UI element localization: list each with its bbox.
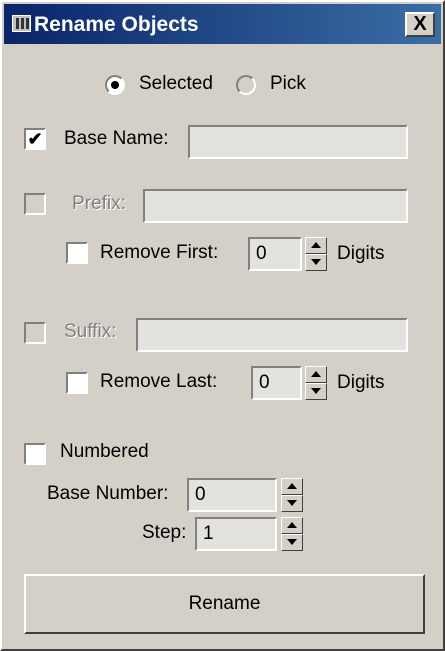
selected-label[interactable]: Selected: [139, 73, 213, 95]
spinner-down-icon[interactable]: [305, 383, 327, 400]
numbered-checkbox[interactable]: [24, 443, 46, 465]
spinner-down-icon[interactable]: [305, 254, 327, 271]
title-bar[interactable]: Rename Objects X: [4, 4, 441, 44]
remove-first-input[interactable]: 0: [248, 237, 302, 271]
pick-radio[interactable]: [236, 75, 256, 95]
remove-last-spinner[interactable]: [305, 366, 327, 400]
prefix-label: Prefix:: [72, 193, 126, 214]
remove-last-checkbox[interactable]: [66, 372, 88, 394]
pick-label[interactable]: Pick: [270, 73, 306, 95]
base-name-input[interactable]: [188, 125, 408, 159]
remove-last-label: Remove Last:: [100, 371, 218, 392]
spinner-down-icon[interactable]: [281, 534, 303, 551]
numbered-label: Numbered: [60, 441, 149, 462]
base-name-label: Base Name:: [64, 128, 169, 149]
close-button[interactable]: X: [405, 12, 435, 37]
step-input[interactable]: 1: [195, 517, 277, 551]
spinner-up-icon[interactable]: [281, 517, 303, 534]
prefix-input[interactable]: [143, 189, 408, 223]
suffix-label: Suffix:: [64, 321, 117, 342]
base-number-input[interactable]: 0: [187, 478, 277, 512]
suffix-checkbox[interactable]: [24, 322, 46, 344]
suffix-input[interactable]: [136, 318, 408, 352]
spinner-up-icon[interactable]: [305, 366, 327, 383]
base-number-label: Base Number:: [47, 483, 169, 504]
window-title: Rename Objects: [34, 13, 199, 36]
remove-first-checkbox[interactable]: [66, 242, 88, 264]
rename-objects-dialog: Rename Objects X Selected Pick ✔ Base Na…: [0, 0, 445, 651]
rename-button[interactable]: Rename: [24, 574, 425, 634]
remove-first-spinner[interactable]: [305, 237, 327, 271]
step-label: Step:: [142, 522, 187, 543]
step-spinner[interactable]: [281, 517, 303, 551]
spinner-down-icon[interactable]: [281, 495, 303, 512]
checkmark-icon: ✔: [27, 129, 43, 149]
app-icon: [12, 15, 31, 32]
base-name-checkbox[interactable]: ✔: [24, 128, 46, 150]
selected-radio[interactable]: [105, 75, 125, 95]
close-icon: X: [413, 13, 427, 35]
prefix-checkbox[interactable]: [24, 193, 46, 215]
remove-last-input[interactable]: 0: [251, 366, 302, 400]
remove-first-label: Remove First:: [100, 242, 219, 263]
base-number-spinner[interactable]: [281, 478, 303, 512]
remove-first-unit: Digits: [337, 243, 385, 264]
spinner-up-icon[interactable]: [281, 478, 303, 495]
spinner-up-icon[interactable]: [305, 237, 327, 254]
remove-last-unit: Digits: [337, 372, 385, 393]
radio-dot-icon: [111, 81, 119, 89]
